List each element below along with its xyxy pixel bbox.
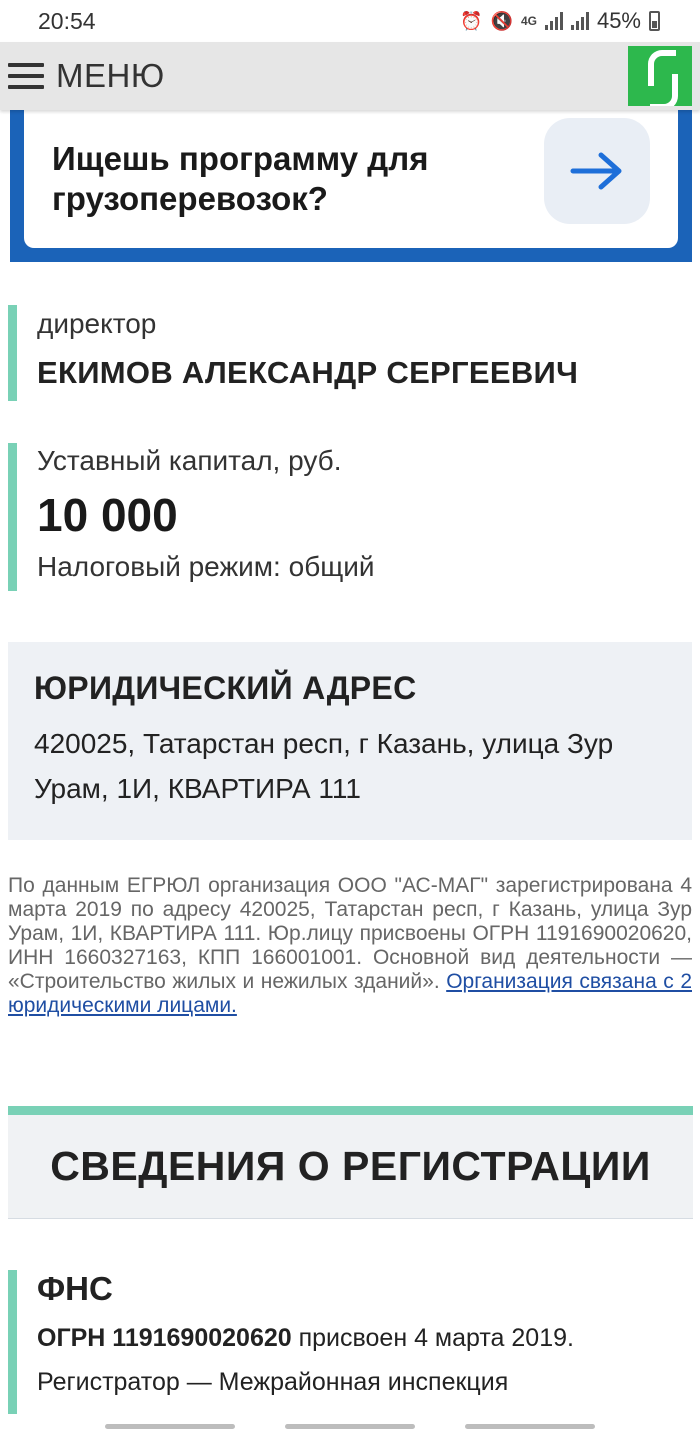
capital-value: 10 000 bbox=[37, 489, 178, 541]
fns-block: ФНС ОГРН 1191690020620 присвоен 4 марта … bbox=[8, 1270, 688, 1420]
hamburger-icon bbox=[8, 63, 44, 89]
site-header: МЕНЮ bbox=[0, 42, 700, 110]
tax-regime: Налоговый режим: общий bbox=[37, 551, 375, 582]
fns-title: ФНС bbox=[37, 1270, 113, 1307]
company-description: По данным ЕГРЮЛ организация ООО "АС-МАГ"… bbox=[8, 874, 692, 1018]
fns-ogrn-date: присвоен 4 марта 2019. bbox=[291, 1324, 574, 1352]
director-label: директор bbox=[37, 308, 157, 339]
registration-section-header: СВЕДЕНИЯ О РЕГИСТРАЦИИ bbox=[8, 1106, 693, 1219]
director-block: директор ЕКИМОВ АЛЕКСАНДР СЕРГЕЕВИЧ bbox=[8, 305, 688, 401]
capital-block: Уставный капитал, руб. 10 000 Налоговый … bbox=[8, 443, 688, 591]
mute-icon: 🔇 bbox=[490, 10, 513, 31]
address-title: ЮРИДИЧЕСКИЙ АДРЕС bbox=[34, 670, 417, 706]
promo-banner[interactable]: Ищешь программу для грузоперевозок? bbox=[10, 110, 692, 262]
arrow-right-icon bbox=[570, 152, 622, 190]
signal-icon bbox=[570, 12, 589, 30]
promo-text: Ищешь программу для грузоперевозок? bbox=[52, 140, 429, 217]
nav-back-handle[interactable] bbox=[465, 1424, 595, 1429]
battery-icon bbox=[649, 11, 660, 31]
legal-address-block: ЮРИДИЧЕСКИЙ АДРЕС 420025, Татарстан респ… bbox=[8, 642, 692, 840]
fns-registrar: Регистратор — Межрайонная инспекция bbox=[37, 1368, 509, 1396]
signal-icon bbox=[544, 12, 563, 30]
capital-label: Уставный капитал, руб. bbox=[37, 445, 342, 476]
fns-text: ОГРН 1191690020620 присвоен 4 марта 2019… bbox=[37, 1316, 688, 1404]
fns-ogrn: ОГРН 1191690020620 bbox=[37, 1324, 292, 1352]
menu-button[interactable]: МЕНЮ bbox=[8, 57, 165, 95]
nav-home-handle[interactable] bbox=[285, 1424, 415, 1429]
alarm-icon: ⏰ bbox=[460, 10, 483, 31]
s-logo-icon[interactable] bbox=[628, 46, 692, 106]
promo-card[interactable]: Ищешь программу для грузоперевозок? bbox=[24, 110, 678, 248]
battery-level: 45% bbox=[596, 8, 641, 33]
status-bar: 20:54 ⏰ 🔇 4G 45% bbox=[0, 0, 700, 42]
director-name: ЕКИМОВ АЛЕКСАНДР СЕРГЕЕВИЧ bbox=[37, 355, 579, 390]
address-text: 420025, Татарстан респ, г Казань, улица … bbox=[34, 728, 614, 804]
status-icons: ⏰ 🔇 4G 45% bbox=[460, 8, 660, 34]
network-type: 4G bbox=[520, 14, 537, 28]
menu-label: МЕНЮ bbox=[56, 57, 165, 94]
registration-title: СВЕДЕНИЯ О РЕГИСТРАЦИИ bbox=[50, 1143, 651, 1189]
system-nav-bar bbox=[0, 1414, 700, 1439]
status-time: 20:54 bbox=[38, 7, 96, 34]
nav-recents-handle[interactable] bbox=[105, 1424, 235, 1429]
promo-arrow-button[interactable] bbox=[544, 118, 650, 224]
